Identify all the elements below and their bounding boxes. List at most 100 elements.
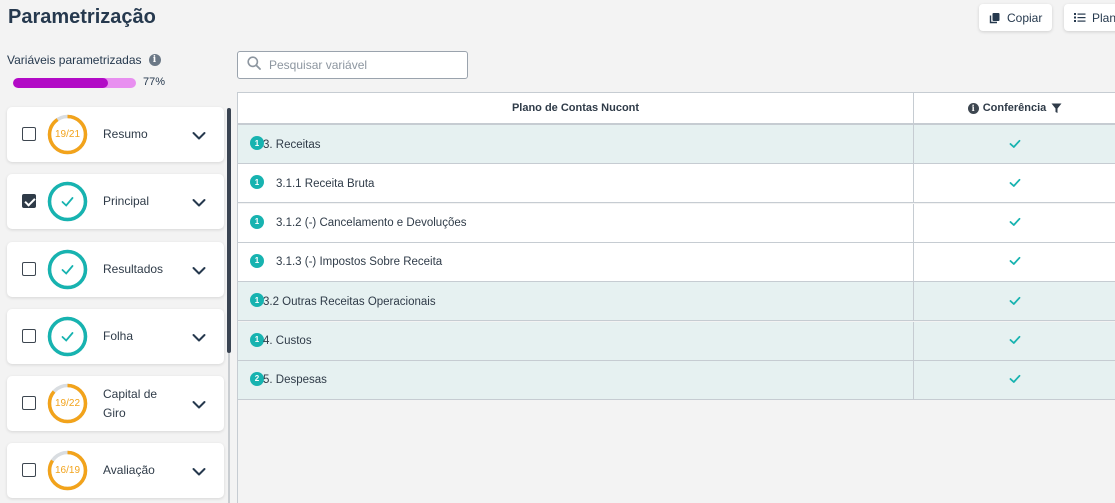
table-row[interactable]: 1 3.2 Outras Receitas Operacionais: [238, 282, 1115, 322]
check-icon: [1009, 214, 1021, 232]
sidebar-card-label: Avaliação: [103, 463, 155, 477]
table-row[interactable]: 2 5. Despesas: [238, 360, 1115, 400]
check-icon: [1009, 136, 1021, 154]
copy-icon: [989, 12, 1001, 24]
account-name: 3.1.2 (-) Cancelamento e Devoluções: [276, 217, 467, 230]
table-row[interactable]: 1 3. Receitas: [238, 125, 1115, 164]
check-icon: [61, 332, 74, 342]
conference-cell: [914, 125, 1115, 164]
sidebar-card[interactable]: Principal: [7, 174, 224, 229]
count-badge: 1: [250, 332, 264, 347]
plan-button[interactable]: Plan: [1064, 4, 1115, 31]
check-icon: [1009, 175, 1021, 193]
column-header-conference-label: Conferência: [982, 102, 1047, 114]
chevron-down-icon[interactable]: [192, 263, 206, 281]
table-row[interactable]: 1 3.1.1 Receita Bruta: [238, 164, 1115, 204]
count-badge: 1: [250, 293, 264, 308]
sidebar-card-label: Resumo: [103, 127, 148, 141]
conference-cell: [914, 164, 1115, 203]
info-icon[interactable]: i: [967, 102, 979, 114]
count-badge: 1: [250, 253, 264, 268]
progress-ring-count: 19/21: [54, 129, 81, 140]
chevron-down-icon[interactable]: [192, 330, 206, 348]
progress-fill: [13, 78, 108, 88]
sidebar-card-label: Folha: [103, 329, 134, 343]
table-row[interactable]: 1 3.1.3 (-) Impostos Sobre Receita: [238, 242, 1115, 282]
account-name-cell: 2 5. Despesas: [238, 360, 914, 400]
progress-ring-arc: [47, 316, 88, 357]
progress-ring-arc: [47, 181, 88, 222]
column-header-plan[interactable]: Plano de Contas Nucont: [238, 93, 914, 123]
count-badge: 1: [250, 214, 264, 229]
progress-label: Variáveis parametrizadas i: [7, 53, 161, 67]
sidebar-card[interactable]: Resultados: [7, 242, 224, 297]
conference-cell: [914, 361, 1115, 400]
account-name-cell: 1 3. Receitas: [238, 125, 914, 164]
search-box[interactable]: [237, 51, 468, 79]
sidebar-card-checkbox[interactable]: [22, 329, 36, 343]
chevron-down-icon[interactable]: [192, 397, 206, 415]
check-icon: [61, 197, 74, 207]
chevron-down-icon[interactable]: [192, 128, 206, 146]
table-row[interactable]: 1 3.1.2 (-) Cancelamento e Devoluções: [238, 203, 1115, 243]
progress-ring-count: 19/22: [54, 398, 81, 409]
account-name: 3.1.3 (-) Impostos Sobre Receita: [276, 256, 443, 269]
table-row[interactable]: 1 4. Custos: [238, 321, 1115, 361]
sidebar-card-label: Capital de Giro: [103, 386, 158, 420]
list-icon: [1074, 12, 1086, 23]
chevron-down-icon[interactable]: [192, 195, 206, 213]
complete-progress-ring: [47, 181, 88, 222]
conference-cell: [914, 322, 1115, 361]
complete-progress-ring: [47, 316, 88, 357]
sidebar-card[interactable]: Folha: [7, 309, 224, 364]
sidebar-card-checkbox[interactable]: [22, 463, 36, 477]
table-header: Plano de Contas Nucont i Conferência: [238, 93, 1115, 125]
accounts-table: Plano de Contas Nucont i Conferência 1 3.…: [237, 92, 1115, 503]
copy-button[interactable]: Copiar: [979, 4, 1052, 31]
account-name: 3. Receitas: [263, 138, 321, 151]
column-header-conference[interactable]: i Conferência: [914, 93, 1115, 123]
sidebar-card-checkbox[interactable]: [22, 262, 36, 276]
filter-icon[interactable]: [1051, 103, 1062, 114]
conference-cell: [914, 282, 1115, 321]
account-name-cell: 1 3.1.2 (-) Cancelamento e Devoluções: [238, 203, 914, 243]
account-name: 5. Despesas: [263, 374, 327, 387]
search-icon: [247, 55, 261, 75]
check-icon: [1009, 253, 1021, 271]
progress-ring-arc: [47, 249, 88, 290]
count-badge: 1: [250, 136, 264, 150]
sidebar-card[interactable]: 19/22 Capital de Giro: [7, 376, 224, 431]
progress-label-text: Variáveis parametrizadas: [7, 53, 142, 67]
conference-cell: [914, 243, 1115, 282]
account-name-cell: 1 3.1.1 Receita Bruta: [238, 164, 914, 204]
sidebar-card-checkbox[interactable]: [22, 396, 36, 410]
info-icon[interactable]: i: [148, 54, 161, 66]
account-name: 4. Custos: [263, 335, 312, 347]
sidebar-card[interactable]: 16/19 Avaliação: [7, 443, 224, 498]
sidebar-card[interactable]: 19/21 Resumo: [7, 107, 224, 162]
sidebar-card-checkbox[interactable]: [22, 194, 36, 208]
account-name: 3.2 Outras Receitas Operacionais: [263, 295, 436, 308]
conference-cell: [914, 204, 1115, 243]
count-badge: 2: [250, 371, 264, 386]
check-icon: [1009, 371, 1021, 389]
account-name-cell: 1 4. Custos: [238, 321, 914, 361]
check-icon: [61, 265, 74, 275]
sidebar-card-label: Principal: [103, 194, 150, 208]
progress-percent: 77%: [143, 76, 166, 88]
account-name-cell: 1 3.1.3 (-) Impostos Sobre Receita: [238, 242, 914, 282]
chevron-down-icon[interactable]: [192, 464, 206, 482]
account-name-cell: 1 3.2 Outras Receitas Operacionais: [238, 282, 914, 322]
progress-bar: [13, 78, 136, 88]
account-name: 3.1.1 Receita Bruta: [276, 177, 375, 190]
progress-ring-count: 16/19: [54, 465, 81, 476]
complete-progress-ring: [47, 249, 88, 290]
page-title: Parametrização: [8, 6, 156, 28]
check-icon: [1009, 293, 1021, 311]
copy-button-label: Copiar: [1007, 10, 1043, 25]
sidebar-card-checkbox[interactable]: [22, 127, 36, 141]
plan-button-label: Plan: [1092, 10, 1115, 25]
count-badge: 1: [250, 175, 264, 190]
search-input[interactable]: [269, 58, 459, 72]
sidebar-card-label: Resultados: [103, 262, 164, 276]
